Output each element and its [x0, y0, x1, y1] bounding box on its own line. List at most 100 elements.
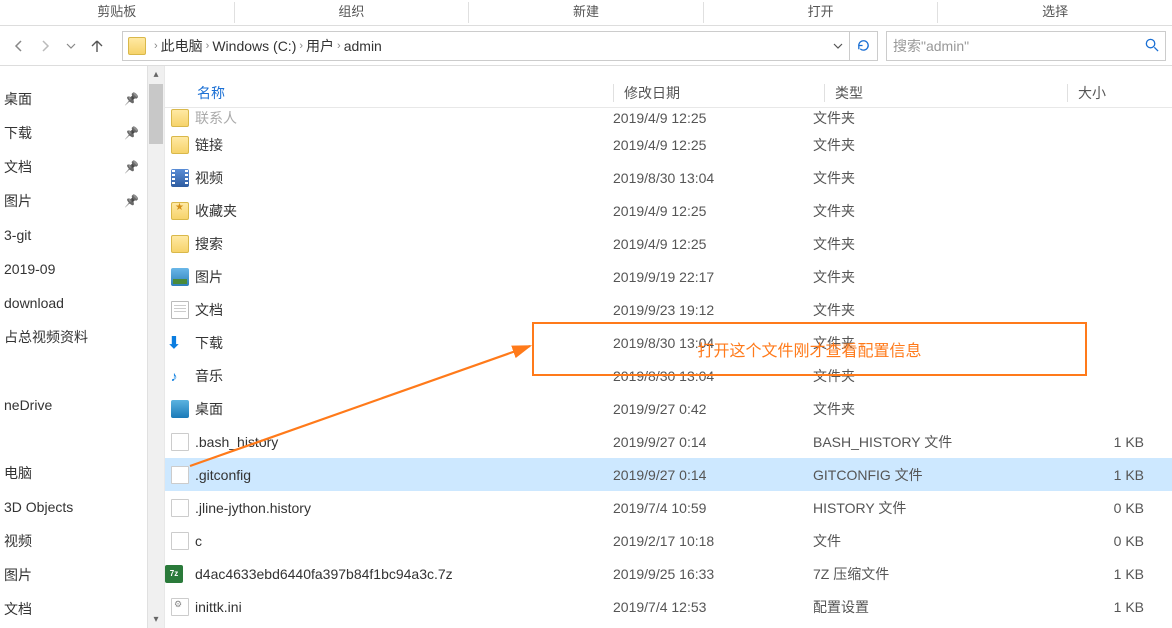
- ribbon-tab-clipboard[interactable]: 剪贴板: [0, 0, 234, 25]
- folder-icon: [127, 36, 147, 56]
- column-header-name[interactable]: 名称: [195, 83, 613, 103]
- file-date: 2019/9/23 19:12: [613, 302, 813, 318]
- sidebar-item[interactable]: 文档📌: [0, 150, 147, 184]
- file-type: 文件夹: [813, 135, 1045, 155]
- file-row[interactable]: c2019/2/17 10:18文件0 KB: [165, 524, 1172, 557]
- file-row[interactable]: 图片2019/9/19 22:17文件夹: [165, 260, 1172, 293]
- folder-icon: [165, 109, 195, 127]
- file-type: 文件夹: [813, 168, 1045, 188]
- chevron-right-icon[interactable]: ›: [299, 40, 303, 52]
- nav-scrollbar[interactable]: ▴ ▾: [147, 66, 164, 628]
- sidebar-item[interactable]: 图片: [0, 558, 147, 592]
- desktop-icon: [165, 399, 195, 417]
- file-row[interactable]: ⬇下载2019/8/30 13:04文件夹: [165, 326, 1172, 359]
- search-icon[interactable]: [1144, 37, 1159, 55]
- sidebar-item[interactable]: 图片📌: [0, 184, 147, 218]
- sidebar-item-label: 占总视频资料: [4, 327, 147, 347]
- address-bar[interactable]: › 此电脑 › Windows (C:) › 用户 › admin: [122, 31, 878, 61]
- sidebar-item[interactable]: 2019-09: [0, 252, 147, 286]
- sidebar-item[interactable]: 文档: [0, 592, 147, 626]
- sidebar-item[interactable]: 3D Objects: [0, 490, 147, 524]
- file-date: 2019/9/19 22:17: [613, 269, 813, 285]
- file-type: 文件夹: [813, 366, 1045, 386]
- 7z-icon: 7z: [165, 565, 195, 583]
- nav-back-button[interactable]: [8, 35, 30, 57]
- file-row[interactable]: ♪音乐2019/8/30 13:04文件夹: [165, 359, 1172, 392]
- sidebar-item[interactable]: neDrive: [0, 388, 147, 422]
- scroll-thumb[interactable]: [149, 84, 163, 144]
- content-pane: 名称 修改日期 类型 大小 联系人2019/4/9 12:25文件夹链接2019…: [165, 66, 1172, 628]
- scroll-up-button[interactable]: ▴: [148, 66, 164, 83]
- file-name: .bash_history: [195, 434, 613, 450]
- chevron-right-icon[interactable]: ›: [206, 40, 210, 52]
- sidebar-item[interactable]: 占总视频资料: [0, 320, 147, 354]
- column-header-date[interactable]: 修改日期: [624, 83, 824, 103]
- file-row[interactable]: 视频2019/8/30 13:04文件夹: [165, 161, 1172, 194]
- file-date: 2019/4/9 12:25: [613, 203, 813, 219]
- ini-icon: [165, 597, 195, 615]
- address-dropdown-button[interactable]: [827, 38, 849, 54]
- file-name: .jline-jython.history: [195, 500, 613, 516]
- file-row[interactable]: .jline-jython.history2019/7/4 10:59HISTO…: [165, 491, 1172, 524]
- file-date: 2019/4/9 12:25: [613, 236, 813, 252]
- file-name: 搜索: [195, 234, 613, 254]
- nav-up-button[interactable]: [86, 35, 108, 57]
- scroll-down-button[interactable]: ▾: [148, 611, 164, 628]
- chevron-right-icon[interactable]: ›: [337, 40, 341, 52]
- breadcrumb-item[interactable]: 用户: [306, 36, 334, 56]
- sidebar-item[interactable]: [0, 422, 147, 456]
- sidebar-item[interactable]: 视频: [0, 524, 147, 558]
- sidebar-item[interactable]: 桌面📌: [0, 82, 147, 116]
- pin-icon: 📌: [124, 92, 139, 106]
- chevron-right-icon[interactable]: ›: [154, 40, 158, 52]
- file-date: 2019/9/27 0:14: [613, 434, 813, 450]
- sidebar-item-label: 2019-09: [4, 261, 147, 277]
- divider: [824, 84, 825, 102]
- nav-forward-button[interactable]: [34, 35, 56, 57]
- file-row[interactable]: 收藏夹2019/4/9 12:25文件夹: [165, 194, 1172, 227]
- sidebar-item[interactable]: [0, 354, 147, 388]
- breadcrumb-item[interactable]: 此电脑: [161, 36, 203, 56]
- file-row[interactable]: 7zd4ac4633ebd6440fa397b84f1bc94a3c.7z201…: [165, 557, 1172, 590]
- file-row[interactable]: .gitconfig2019/9/27 0:14GITCONFIG 文件1 KB: [165, 458, 1172, 491]
- file-row[interactable]: 文档2019/9/23 19:12文件夹: [165, 293, 1172, 326]
- navigation-pane[interactable]: 桌面📌下载📌文档📌图片📌3-git2019-09download占总视频资料ne…: [0, 66, 147, 628]
- image-icon: [165, 267, 195, 285]
- file-list[interactable]: 联系人2019/4/9 12:25文件夹链接2019/4/9 12:25文件夹视…: [165, 108, 1172, 628]
- file-row[interactable]: 搜索2019/4/9 12:25文件夹: [165, 227, 1172, 260]
- file-type: BASH_HISTORY 文件: [813, 432, 1045, 452]
- breadcrumb-item[interactable]: Windows (C:): [212, 38, 296, 54]
- file-row[interactable]: .bash_history2019/9/27 0:14BASH_HISTORY …: [165, 425, 1172, 458]
- file-type: 配置设置: [813, 597, 1045, 617]
- ribbon-tab-organize[interactable]: 组织: [235, 0, 469, 25]
- nav-recent-dropdown[interactable]: [60, 35, 82, 57]
- file-row[interactable]: 桌面2019/9/27 0:42文件夹: [165, 392, 1172, 425]
- ribbon-tab-new[interactable]: 新建: [469, 0, 703, 25]
- file-size: 1 KB: [1045, 599, 1172, 615]
- ribbon-tab-select[interactable]: 选择: [938, 0, 1172, 25]
- file-row[interactable]: 联系人2019/4/9 12:25文件夹: [165, 108, 1172, 128]
- sidebar-item[interactable]: download: [0, 286, 147, 320]
- file-row[interactable]: 链接2019/4/9 12:25文件夹: [165, 128, 1172, 161]
- sidebar-item-label: 电脑: [4, 463, 147, 483]
- file-name: 收藏夹: [195, 201, 613, 221]
- refresh-button[interactable]: [849, 32, 877, 60]
- sidebar-item-label: 3D Objects: [4, 499, 147, 515]
- ribbon-tab-open[interactable]: 打开: [704, 0, 938, 25]
- sidebar-item[interactable]: 3-git: [0, 218, 147, 252]
- search-box[interactable]: 搜索"admin": [886, 31, 1166, 61]
- file-row[interactable]: inst.ini2019/7/4 12:53配置设置1 KB: [165, 623, 1172, 628]
- file-name: c: [195, 533, 613, 549]
- sidebar-item-label: 图片: [4, 191, 124, 211]
- column-header-type[interactable]: 类型: [835, 83, 1067, 103]
- breadcrumb-item[interactable]: admin: [344, 38, 382, 54]
- file-name: 文档: [195, 300, 613, 320]
- file-date: 2019/2/17 10:18: [613, 533, 813, 549]
- column-header-size[interactable]: 大小: [1078, 83, 1172, 103]
- file-row[interactable]: inittk.ini2019/7/4 12:53配置设置1 KB: [165, 590, 1172, 623]
- sidebar-item[interactable]: 电脑: [0, 456, 147, 490]
- sidebar-item-label: 文档: [4, 599, 147, 619]
- file-name: d4ac4633ebd6440fa397b84f1bc94a3c.7z: [195, 566, 613, 582]
- sidebar-item-label: 桌面: [4, 89, 124, 109]
- sidebar-item[interactable]: 下载📌: [0, 116, 147, 150]
